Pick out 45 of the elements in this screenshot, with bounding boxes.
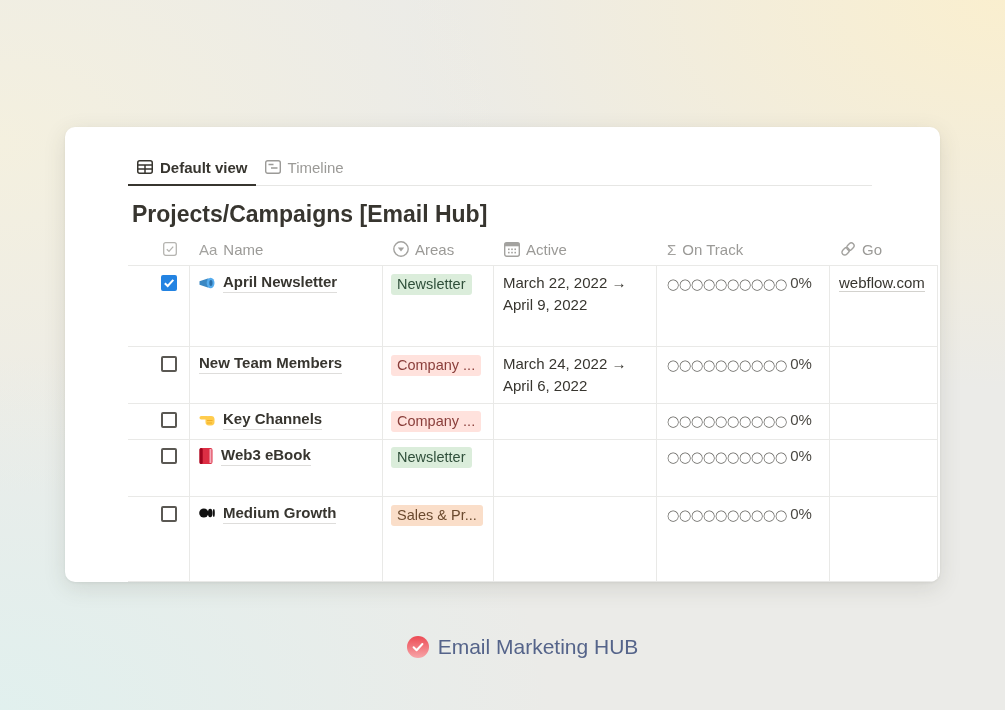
database-title: Projects/Campaigns [Email Hub]: [131, 200, 488, 228]
progress-text: ◯◯◯◯◯◯◯◯◯◯ 0%: [667, 447, 812, 464]
page-title-link[interactable]: Medium Growth: [223, 503, 337, 524]
column-header: Name: [223, 240, 264, 258]
area-tag: Newsletter: [391, 447, 472, 468]
page-title-link[interactable]: April Newsletter: [223, 272, 338, 293]
dropdown-circle-icon: [393, 241, 409, 257]
progress-text: ◯◯◯◯◯◯◯◯◯◯ 0%: [667, 505, 812, 522]
page-title-link[interactable]: Web3 eBook: [221, 445, 311, 466]
progress-text: ◯◯◯◯◯◯◯◯◯◯ 0%: [667, 355, 812, 372]
calendar-icon: [504, 241, 520, 257]
table-icon: [137, 160, 153, 174]
megaphone-icon: [199, 277, 215, 289]
sigma-icon: Σ: [667, 240, 677, 258]
column-header: Active: [526, 240, 567, 258]
check-icon: [163, 277, 175, 289]
book-icon: [199, 448, 213, 464]
view-tab[interactable]: Default view: [128, 150, 256, 186]
url-link[interactable]: webflow.com: [839, 274, 925, 292]
area-tag: Company ...: [391, 355, 482, 376]
checkbox[interactable]: [161, 506, 177, 522]
column-header: Areas: [415, 240, 455, 258]
date-range: March 24, 2022 → April 6, 2022: [503, 354, 628, 396]
column-header: On Track: [682, 240, 744, 258]
area-tag: Newsletter: [391, 274, 472, 295]
checkbox[interactable]: [161, 412, 177, 428]
checkbox[interactable]: [161, 275, 177, 291]
area-tag: Sales & Pr...: [391, 505, 483, 526]
checkbox[interactable]: [161, 448, 177, 464]
progress-text: ◯◯◯◯◯◯◯◯◯◯ 0%: [667, 274, 812, 291]
date-range: March 22, 2022 → April 9, 2022: [503, 273, 628, 315]
page-title-link[interactable]: New Team Members: [199, 353, 343, 374]
brand-name: Email Marketing HUB: [437, 634, 639, 660]
column-header: Go: [862, 240, 882, 258]
gantt-icon: [264, 160, 281, 174]
checkbox[interactable]: [161, 356, 177, 372]
check-circle-icon: [406, 636, 429, 658]
dots-icon: [199, 508, 215, 518]
text-type-icon: Aa: [199, 240, 218, 258]
link-icon: [840, 241, 856, 257]
checkbox-icon: [163, 242, 177, 256]
area-tag: Company ...: [391, 411, 482, 432]
page-title-link[interactable]: Key Channels: [223, 409, 323, 430]
pointing-hand-icon: [199, 414, 215, 426]
progress-text: ◯◯◯◯◯◯◯◯◯◯ 0%: [667, 411, 812, 428]
